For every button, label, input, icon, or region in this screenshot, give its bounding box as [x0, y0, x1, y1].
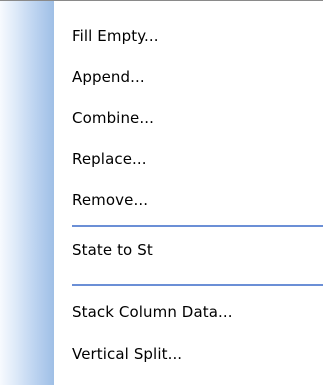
menu-item-stack-column-data[interactable]: Stack Column Data...: [54, 292, 323, 332]
menu-item-label: Fill Empty...: [72, 27, 159, 45]
menu-item-state-to-st[interactable]: State to St: [54, 230, 323, 270]
menu-item-vertical-split[interactable]: Vertical Split...: [54, 334, 323, 374]
menu-separator: [72, 284, 323, 286]
context-menu: Fill Empty... Append... Combine... Repla…: [0, 0, 323, 385]
menu-item-label: Stack Column Data...: [72, 303, 233, 321]
menu-item-label: Vertical Split...: [72, 345, 183, 363]
menu-item-label: Remove...: [72, 191, 149, 209]
menu-item-label: State to St: [72, 241, 153, 259]
menu-item-remove[interactable]: Remove...: [54, 180, 323, 220]
menu-item-label: Replace...: [72, 150, 147, 168]
menu-item-replace[interactable]: Replace...: [54, 139, 323, 179]
menu-item-label: Append...: [72, 68, 145, 86]
menu-icon-gutter: [0, 1, 54, 385]
menu-item-combine[interactable]: Combine...: [54, 98, 323, 138]
menu-separator: [72, 225, 323, 227]
menu-item-append[interactable]: Append...: [54, 57, 323, 97]
menu-item-fill-empty[interactable]: Fill Empty...: [54, 16, 323, 56]
menu-item-label: Combine...: [72, 109, 154, 127]
